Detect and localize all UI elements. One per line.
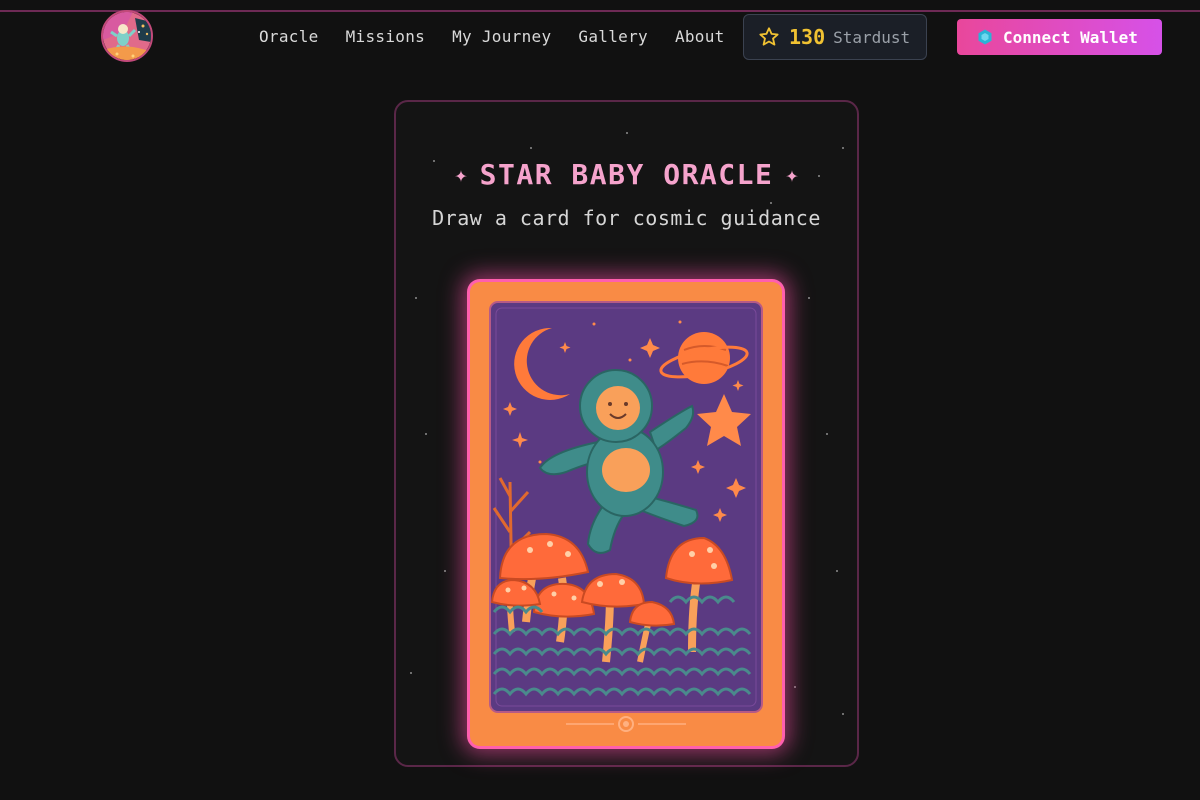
star-dot (794, 686, 796, 688)
star-baby-logo-icon (103, 12, 151, 60)
star-dot (425, 433, 427, 435)
star-outline-icon (759, 27, 779, 46)
stardust-count: 130 (789, 25, 826, 49)
star-dot (415, 297, 417, 299)
star-dot (626, 132, 628, 134)
star-dot (444, 570, 446, 572)
main-nav: Oracle Missions My Journey Gallery About (259, 26, 725, 48)
star-dot (808, 297, 810, 299)
oracle-title: ✦ STAR BABY ORACLE ✦ (394, 158, 859, 196)
nav-my-journey[interactable]: My Journey (452, 26, 551, 48)
star-dot (826, 433, 828, 435)
nav-about[interactable]: About (675, 26, 725, 48)
oracle-title-text: STAR BABY ORACLE (479, 158, 774, 191)
site-header: Oracle Missions My Journey Gallery About… (0, 0, 1200, 80)
oracle-subtitle: Draw a card for cosmic guidance (432, 206, 821, 230)
oracle-card[interactable] (470, 282, 782, 746)
star-baby-card-art (489, 301, 763, 732)
star-dot (770, 202, 772, 204)
star-dot (530, 147, 532, 149)
sparkle-icon: ✦ (454, 163, 468, 188)
star-dot (836, 570, 838, 572)
stardust-balance[interactable]: 130 Stardust (743, 14, 927, 60)
nav-missions[interactable]: Missions (346, 26, 425, 48)
star-dot (410, 672, 412, 674)
star-dot (842, 713, 844, 715)
nav-gallery[interactable]: Gallery (578, 26, 648, 48)
nav-oracle[interactable]: Oracle (259, 26, 319, 48)
sparkle-icon: ✦ (785, 163, 799, 188)
stardust-unit: Stardust (833, 27, 911, 47)
site-logo[interactable] (101, 10, 153, 62)
star-dot (842, 147, 844, 149)
connect-wallet-button[interactable]: Connect Wallet (957, 19, 1162, 55)
hexagon-icon (978, 29, 992, 45)
connect-wallet-label: Connect Wallet (1003, 27, 1138, 47)
